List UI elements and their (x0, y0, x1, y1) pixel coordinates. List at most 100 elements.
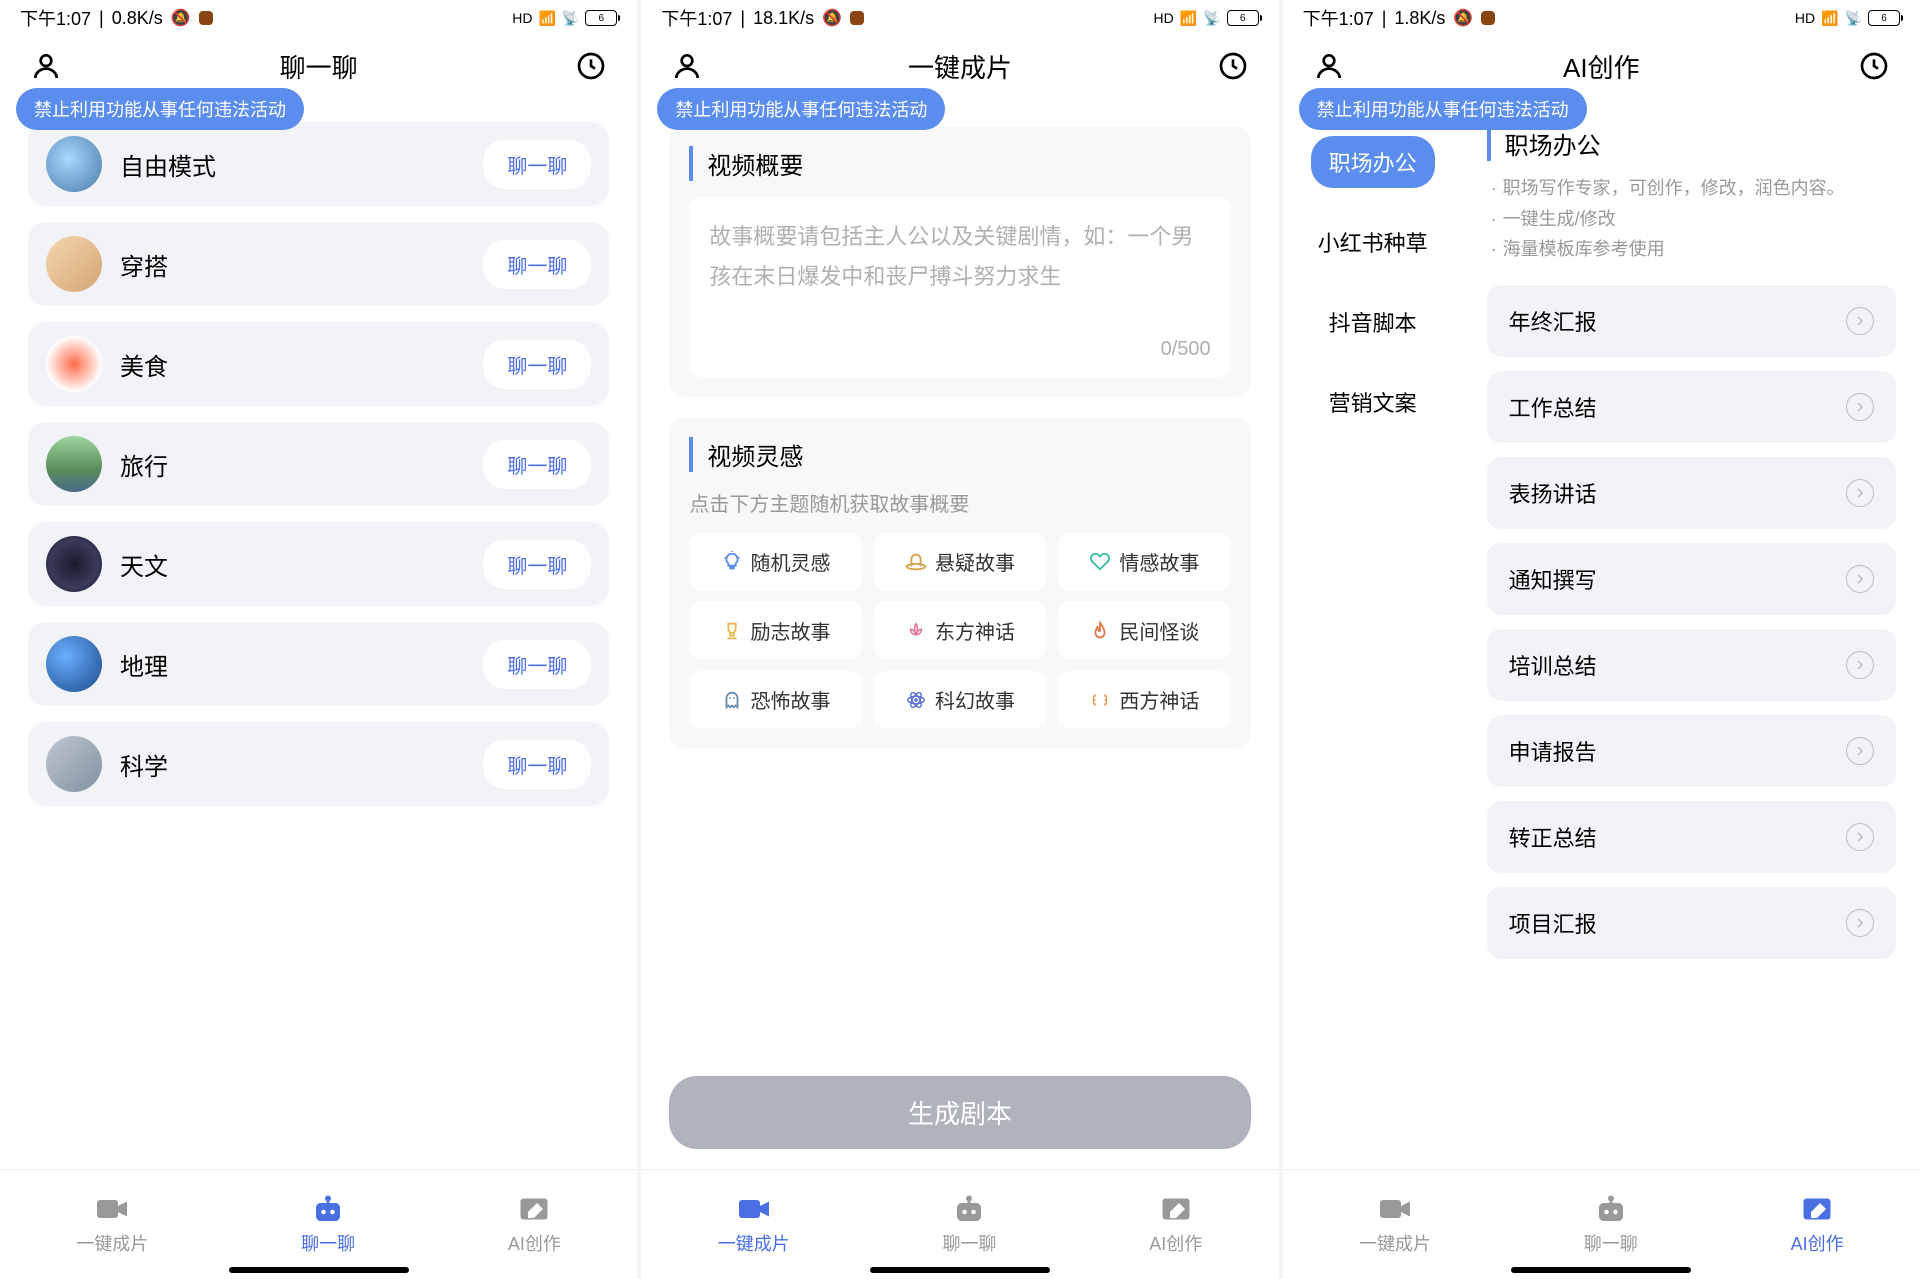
generate-script-button[interactable]: 生成剧本 (669, 1076, 1250, 1149)
profile-icon[interactable] (30, 50, 62, 82)
ai-item-application-report[interactable]: 申请报告 (1487, 715, 1896, 787)
lotus-icon (905, 620, 927, 642)
sidebar-tab-douyin[interactable]: 抖音脚本 (1311, 296, 1435, 348)
section-title: 视频概要 (689, 146, 1230, 181)
trophy-icon (721, 620, 743, 642)
status-bar: 下午1:07 | 18.1K/s 🔕 HD 📶 📡 6 (641, 0, 1278, 36)
chevron-right-icon (1846, 307, 1874, 335)
nav-chat[interactable]: 聊一聊 (301, 1194, 355, 1256)
video-icon (94, 1194, 130, 1224)
tag-scifi[interactable]: 科幻故事 (874, 671, 1046, 728)
tag-western-myth[interactable]: 西方神话 (1058, 671, 1230, 728)
status-time: 下午1:07 (1303, 5, 1374, 31)
battery-icon: 6 (1227, 10, 1259, 26)
page-title: AI创作 (1563, 48, 1640, 85)
hd-icon: HD (1795, 10, 1815, 26)
chat-item-travel[interactable]: 旅行聊一聊 (28, 422, 609, 506)
chat-button[interactable]: 聊一聊 (483, 440, 591, 489)
nav-video[interactable]: 一键成片 (76, 1194, 148, 1256)
history-icon[interactable] (575, 50, 607, 82)
app-mini-icon (850, 11, 864, 25)
robot-icon (310, 1194, 346, 1224)
status-right: HD 📶 📡 6 (1795, 10, 1900, 27)
edit-icon (1158, 1194, 1194, 1224)
tag-mystery[interactable]: 悬疑故事 (874, 533, 1046, 590)
nav-video[interactable]: 一键成片 (1359, 1194, 1431, 1256)
warning-banner: 禁止利用功能从事任何违法活动 (1299, 88, 1587, 130)
history-icon[interactable] (1858, 50, 1890, 82)
lightbulb-icon (721, 551, 743, 573)
chevron-right-icon (1846, 393, 1874, 421)
chat-item-fashion[interactable]: 穿搭聊一聊 (28, 222, 609, 306)
chevron-right-icon (1846, 565, 1874, 593)
app-mini-icon (199, 11, 213, 25)
wifi-icon: 📡 (1203, 10, 1220, 27)
edit-icon (516, 1194, 552, 1224)
ai-main: 职场办公 职场写作专家，可创作，修改，润色内容。 一键生成/修改 海量模板库参考… (1463, 96, 1920, 1169)
chat-button[interactable]: 聊一聊 (483, 740, 591, 789)
chat-item-geography[interactable]: 地理聊一聊 (28, 622, 609, 706)
ai-item-work-summary[interactable]: 工作总结 (1487, 371, 1896, 443)
status-speed: 1.8K/s (1394, 8, 1445, 29)
ai-item-project-report[interactable]: 项目汇报 (1487, 887, 1896, 959)
ai-section-title: 职场办公 (1487, 126, 1896, 161)
chat-item-astronomy[interactable]: 天文聊一聊 (28, 522, 609, 606)
ai-item-annual-report[interactable]: 年终汇报 (1487, 285, 1896, 357)
chat-button[interactable]: 聊一聊 (483, 640, 591, 689)
chat-button[interactable]: 聊一聊 (483, 340, 591, 389)
sidebar-tab-workplace[interactable]: 职场办公 (1311, 136, 1435, 188)
hat-icon (905, 551, 927, 573)
video-summary-section: 视频概要 故事概要请包括主人公以及关键剧情，如：一个男孩在末日爆发中和丧尸搏斗努… (669, 126, 1250, 397)
sidebar-tab-xiaohongshu[interactable]: 小红书种草 (1300, 216, 1446, 268)
warning-banner: 禁止利用功能从事任何违法活动 (16, 88, 304, 130)
sidebar-tab-marketing[interactable]: 营销文案 (1311, 376, 1435, 428)
ai-template-list: 年终汇报 工作总结 表扬讲话 通知撰写 培训总结 申请报告 转正总结 项目汇报 (1487, 285, 1896, 959)
ai-item-notice-writing[interactable]: 通知撰写 (1487, 543, 1896, 615)
chat-button[interactable]: 聊一聊 (483, 540, 591, 589)
chat-item-food[interactable]: 美食聊一聊 (28, 322, 609, 406)
signal-icon: 📶 (1821, 10, 1838, 27)
status-speed: 0.8K/s (112, 8, 163, 29)
tag-inspiring[interactable]: 励志故事 (689, 602, 861, 659)
ai-item-confirmation-summary[interactable]: 转正总结 (1487, 801, 1896, 873)
ai-item-praise-speech[interactable]: 表扬讲话 (1487, 457, 1896, 529)
chat-content: 自由模式聊一聊 穿搭聊一聊 美食聊一聊 旅行聊一聊 天文聊一聊 地理聊一聊 科学… (0, 96, 637, 1169)
mute-icon: 🔕 (1453, 8, 1473, 28)
chat-item-science[interactable]: 科学聊一聊 (28, 722, 609, 806)
home-indicator[interactable] (1511, 1267, 1691, 1273)
tag-horror[interactable]: 恐怖故事 (689, 671, 861, 728)
inspiration-grid: 随机灵感 悬疑故事 情感故事 励志故事 东方神话 民间怪谈 恐怖故事 科幻故事 … (689, 533, 1230, 728)
status-right: HD 📶 📡 6 (512, 10, 617, 27)
nav-ai-create[interactable]: AI创作 (1149, 1194, 1202, 1256)
phone-screen-chat: 下午1:07 | 0.8K/s 🔕 HD 📶 📡 6 聊一聊 禁止利用功能从事任… (0, 0, 637, 1279)
history-icon[interactable] (1217, 50, 1249, 82)
chat-button[interactable]: 聊一聊 (483, 240, 591, 289)
hd-icon: HD (1154, 10, 1174, 26)
profile-icon[interactable] (1313, 50, 1345, 82)
avatar (46, 736, 102, 792)
signal-icon: 📶 (1180, 10, 1197, 27)
chevron-right-icon (1846, 823, 1874, 851)
nav-ai-create[interactable]: AI创作 (508, 1194, 561, 1256)
chat-item-free-mode[interactable]: 自由模式聊一聊 (28, 122, 609, 206)
nav-ai-create[interactable]: AI创作 (1791, 1194, 1844, 1256)
tag-random[interactable]: 随机灵感 (689, 533, 861, 590)
tag-emotion[interactable]: 情感故事 (1058, 533, 1230, 590)
bottom-nav: 一键成片 聊一聊 AI创作 (0, 1169, 637, 1279)
story-textarea[interactable]: 故事概要请包括主人公以及关键剧情，如：一个男孩在末日爆发中和丧尸搏斗努力求生 0… (689, 197, 1230, 377)
nav-chat[interactable]: 聊一聊 (942, 1194, 996, 1256)
profile-icon[interactable] (671, 50, 703, 82)
fire-icon (1089, 620, 1111, 642)
ai-item-training-summary[interactable]: 培训总结 (1487, 629, 1896, 701)
home-indicator[interactable] (229, 1267, 409, 1273)
status-left: 下午1:07 | 0.8K/s 🔕 (20, 5, 213, 31)
tag-eastern-myth[interactable]: 东方神话 (874, 602, 1046, 659)
nav-chat[interactable]: 聊一聊 (1584, 1194, 1638, 1256)
status-right: HD 📶 📡 6 (1154, 10, 1259, 27)
wifi-icon: 📡 (562, 10, 579, 27)
ghost-icon (721, 689, 743, 711)
chat-button[interactable]: 聊一聊 (483, 140, 591, 189)
home-indicator[interactable] (870, 1267, 1050, 1273)
tag-folklore[interactable]: 民间怪谈 (1058, 602, 1230, 659)
nav-video[interactable]: 一键成片 (718, 1194, 790, 1256)
